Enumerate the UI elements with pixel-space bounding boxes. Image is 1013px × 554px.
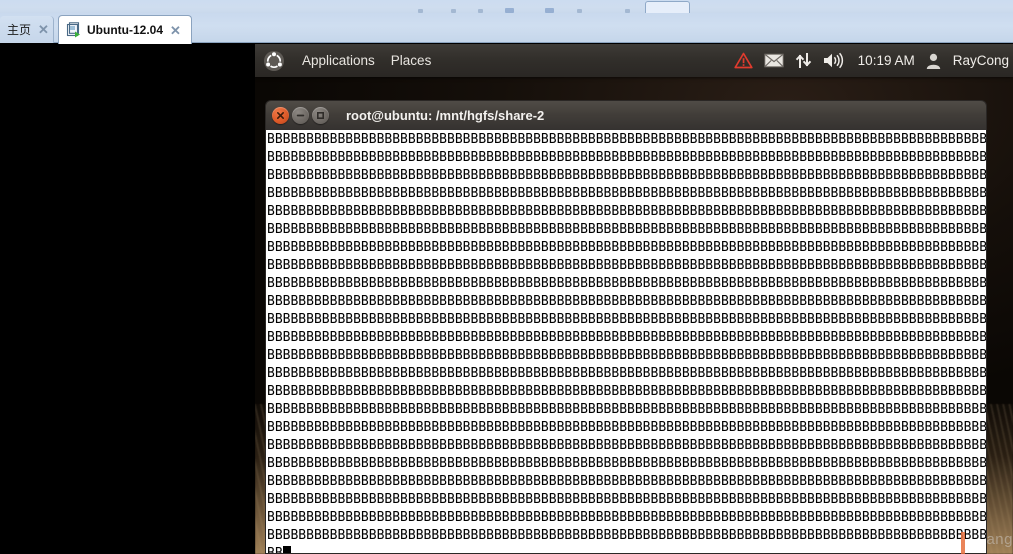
ubuntu-desktop[interactable]: Applications Places 10:19 AM RayCong roo… bbox=[255, 44, 1013, 554]
user-account-icon[interactable] bbox=[926, 53, 941, 69]
mail-envelope-icon[interactable] bbox=[763, 53, 784, 68]
vmware-toolbar-strip[interactable] bbox=[0, 0, 1013, 14]
minimize-window-icon[interactable] bbox=[292, 107, 309, 124]
tab-ubuntu-label: Ubuntu-12.04 bbox=[87, 23, 164, 37]
warning-triangle-icon[interactable] bbox=[734, 52, 753, 69]
screenshot-root: 主页 ✕ Ubuntu-12.04 ✕ Applications Places … bbox=[0, 0, 1013, 554]
volume-speaker-icon[interactable] bbox=[823, 52, 844, 69]
close-window-icon[interactable] bbox=[272, 107, 289, 124]
terminal-text: BBBBBBBBBBBBBBBBBBBBBBBBBBBBBBBBBBBBBBBB… bbox=[266, 130, 986, 553]
tab-ubuntu-12-04[interactable]: Ubuntu-12.04 ✕ bbox=[58, 15, 192, 44]
menu-applications[interactable]: Applications bbox=[294, 50, 383, 71]
watermark-accent-bar bbox=[961, 532, 965, 554]
terminal-cursor bbox=[282, 546, 291, 553]
panel-indicator-group: 10:19 AM RayCong bbox=[734, 52, 1013, 69]
terminal-window[interactable]: root@ubuntu: /mnt/hgfs/share-2 BBBBBBBBB… bbox=[265, 100, 987, 554]
toolbar-ghost-button[interactable] bbox=[645, 1, 690, 13]
tab-home-close-icon[interactable]: ✕ bbox=[38, 23, 49, 36]
terminal-output-area[interactable]: BBBBBBBBBBBBBBBBBBBBBBBBBBBBBBBBBBBBBBBB… bbox=[265, 130, 987, 554]
virtual-machine-icon bbox=[66, 22, 82, 38]
ubuntu-logo-icon[interactable] bbox=[263, 50, 285, 72]
tab-home[interactable]: 主页 ✕ bbox=[0, 16, 54, 43]
tab-ubuntu-close-icon[interactable]: ✕ bbox=[170, 24, 181, 37]
terminal-titlebar[interactable]: root@ubuntu: /mnt/hgfs/share-2 bbox=[265, 100, 987, 130]
network-updown-icon[interactable] bbox=[795, 52, 812, 69]
panel-clock[interactable]: 10:19 AM bbox=[858, 53, 915, 68]
vmware-tab-bar: 主页 ✕ Ubuntu-12.04 ✕ bbox=[0, 13, 1013, 44]
menu-places[interactable]: Places bbox=[383, 50, 440, 71]
panel-left-group: Applications Places bbox=[255, 50, 439, 72]
tab-home-label: 主页 bbox=[7, 23, 32, 37]
vm-guest-display[interactable]: Applications Places 10:19 AM RayCong roo… bbox=[0, 44, 1013, 554]
gnome-top-panel: Applications Places 10:19 AM RayCong bbox=[255, 44, 1013, 77]
maximize-window-icon[interactable] bbox=[312, 107, 329, 124]
panel-username[interactable]: RayCong bbox=[953, 53, 1009, 68]
terminal-title: root@ubuntu: /mnt/hgfs/share-2 bbox=[346, 108, 545, 123]
